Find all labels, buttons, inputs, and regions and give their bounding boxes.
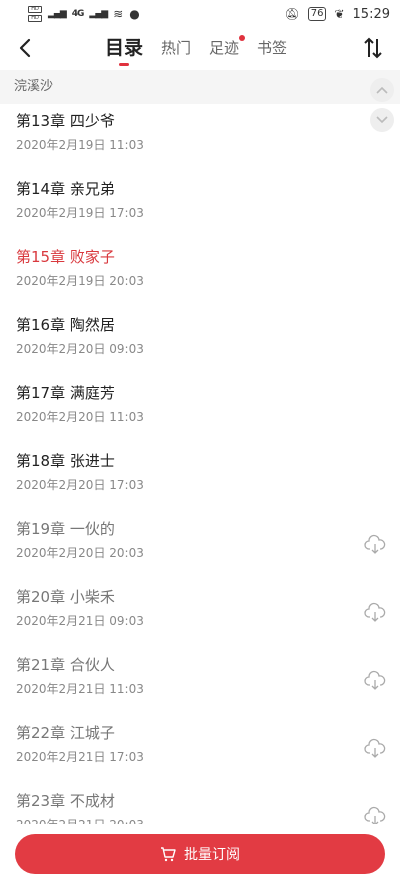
chapter-title: 第22章 江城子 — [16, 724, 115, 742]
chapter-title: 第19章 一伙的 — [16, 520, 115, 538]
chapter-item[interactable]: 第21章 合伙人 2020年2月21日 11:03 — [0, 648, 400, 716]
sim-indicators: HD HD — [28, 6, 42, 22]
mute-icon: 🔕︎ — [284, 7, 300, 21]
chapter-item[interactable]: 第22章 江城子 2020年2月21日 17:03 — [0, 716, 400, 784]
tab-history-label: 足迹 — [209, 39, 240, 57]
chapter-title: 第16章 陶然居 — [16, 316, 115, 334]
chapter-date: 2020年2月21日 09:03 — [16, 614, 144, 628]
wechat-icon: ● — [129, 7, 140, 21]
status-left: HD HD ▂▄▆ 4G ▂▄▆ ≋ ● — [28, 6, 140, 22]
chapter-date: 2020年2月21日 20:03 — [16, 816, 144, 824]
cloud-download-icon[interactable] — [364, 534, 386, 556]
chapter-item[interactable]: 第19章 一伙的 2020年2月20日 20:03 — [0, 512, 400, 580]
tab-bar: 目录 热门 足迹 书签 — [105, 28, 287, 68]
sim2-indicator: HD — [28, 15, 42, 22]
cart-icon — [161, 847, 176, 862]
chapter-item[interactable]: 第15章 败家子 2020年2月19日 20:03 — [0, 240, 400, 308]
chapter-title: 第18章 张进士 — [16, 452, 115, 470]
chevron-up-icon — [376, 86, 388, 94]
network-label: 4G — [71, 9, 85, 19]
chapter-item[interactable]: 第18章 张进士 2020年2月20日 17:03 — [0, 444, 400, 512]
chapter-title: 第23章 不成材 — [16, 792, 115, 810]
tab-popular[interactable]: 热门 — [161, 37, 191, 68]
cloud-download-icon[interactable] — [364, 602, 386, 624]
scroll-up-button[interactable] — [370, 78, 394, 102]
chapter-date: 2020年2月20日 09:03 — [16, 342, 144, 356]
volume-header: 浣溪沙 — [0, 70, 400, 104]
chapter-title: 第21章 合伙人 — [16, 656, 115, 674]
sort-order-icon — [364, 37, 382, 59]
chapter-title: 第20章 小柴禾 — [16, 588, 115, 606]
status-right: 🔕︎ 76 ❦ 15:29 — [285, 7, 391, 22]
signal-icon: ▂▄▆ — [48, 9, 67, 19]
chapter-date: 2020年2月20日 17:03 — [16, 478, 144, 492]
chapter-item[interactable]: 第23章 不成材 2020年2月21日 20:03 — [0, 784, 400, 824]
chapter-title: 第15章 败家子 — [16, 248, 115, 266]
chapter-date: 2020年2月19日 17:03 — [16, 206, 144, 220]
chapter-date: 2020年2月19日 11:03 — [16, 138, 144, 152]
chapter-date: 2020年2月21日 17:03 — [16, 750, 144, 764]
chapter-date: 2020年2月20日 20:03 — [16, 546, 144, 560]
chapter-title: 第17章 满庭芳 — [16, 384, 115, 402]
batch-subscribe-label: 批量订阅 — [184, 847, 240, 863]
scroll-controls — [370, 78, 394, 132]
chapter-item[interactable]: 第16章 陶然居 2020年2月20日 09:03 — [0, 308, 400, 376]
status-bar: HD HD ▂▄▆ 4G ▂▄▆ ≋ ● 🔕︎ 76 ❦ 15:29 — [0, 0, 400, 28]
chapter-date: 2020年2月21日 11:03 — [16, 682, 144, 696]
cloud-download-icon[interactable] — [364, 738, 386, 760]
cloud-download-icon[interactable] — [364, 806, 386, 824]
back-button[interactable] — [12, 34, 38, 62]
chapter-date: 2020年2月20日 11:03 — [16, 410, 144, 424]
tab-bookmarks[interactable]: 书签 — [257, 37, 287, 68]
chapter-list: 第13章 四少爷 2020年2月19日 11:03 第14章 亲兄弟 2020年2月1… — [0, 104, 400, 824]
scroll-down-button[interactable] — [370, 108, 394, 132]
chapter-item[interactable]: 第20章 小柴禾 2020年2月21日 09:03 — [0, 580, 400, 648]
chapter-title: 第14章 亲兄弟 — [16, 180, 115, 198]
sim1-indicator: HD — [28, 6, 42, 13]
chevron-left-icon — [19, 38, 31, 58]
chapter-item[interactable]: 第14章 亲兄弟 2020年2月19日 17:03 — [0, 172, 400, 240]
chapter-item[interactable]: 第13章 四少爷 2020年2月19日 11:03 — [0, 104, 400, 172]
chevron-down-icon — [376, 116, 388, 124]
tab-history[interactable]: 足迹 — [209, 35, 246, 68]
tab-catalog[interactable]: 目录 — [105, 33, 143, 68]
wifi-icon: ≋ — [113, 7, 124, 21]
top-nav: 目录 热门 足迹 书签 — [0, 28, 400, 68]
signal2-icon: ▂▄▆ — [89, 9, 108, 19]
chapter-item[interactable]: 第17章 满庭芳 2020年2月20日 11:03 — [0, 376, 400, 444]
chapter-title: 第13章 四少爷 — [16, 112, 115, 130]
sort-button[interactable] — [360, 34, 386, 62]
tab-bookmarks-label: 书签 — [257, 39, 288, 57]
notification-dot — [239, 35, 246, 41]
leaf-icon: ❦ — [334, 7, 345, 21]
clock: 15:29 — [352, 6, 390, 22]
batch-subscribe-button[interactable]: 批量订阅 — [15, 834, 385, 874]
chapter-date: 2020年2月19日 20:03 — [16, 274, 144, 288]
tab-catalog-label: 目录 — [105, 37, 144, 59]
tab-popular-label: 热门 — [161, 39, 192, 57]
cloud-download-icon[interactable] — [364, 670, 386, 692]
battery-level: 76 — [307, 7, 327, 21]
